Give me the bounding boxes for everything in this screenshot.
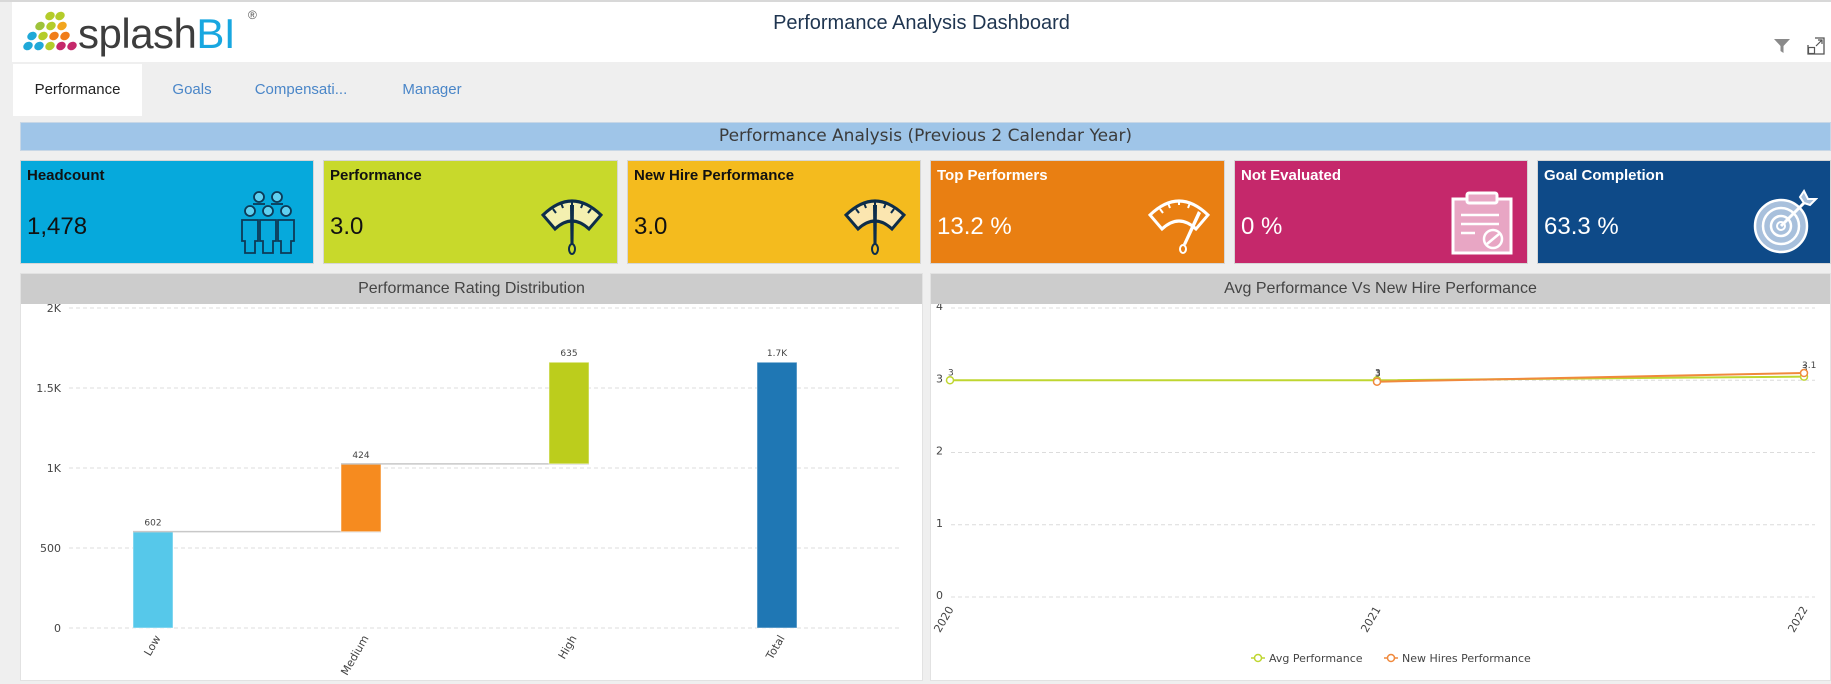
legend-marker (1253, 653, 1263, 663)
kpi-card-top-performers[interactable]: Top Performers 13.2 % (930, 160, 1225, 264)
kpi-label: Headcount (27, 167, 105, 184)
kpi-label: Top Performers (937, 167, 1048, 184)
speedometer-icon (1146, 189, 1212, 255)
kpi-card-performance[interactable]: Performance 3.0 (323, 160, 618, 264)
legend-item[interactable]: New Hires Performance (1402, 652, 1531, 665)
data-label: 1.7K (767, 349, 788, 359)
chart-title: Performance Rating Distribution (21, 274, 922, 304)
data-label: 602 (144, 519, 161, 529)
kpi-card-not-evaluated[interactable]: Not Evaluated 0 % (1234, 160, 1528, 264)
chart-title: Avg Performance Vs New Hire Performance (931, 274, 1830, 304)
y-tick-label: 1.5K (36, 382, 61, 395)
target-icon (1752, 189, 1819, 255)
kpi-label: New Hire Performance (634, 167, 795, 184)
page-title: Performance Analysis Dashboard (773, 12, 1070, 34)
gauge-icon (842, 189, 908, 255)
x-tick-label: 2022 (1785, 604, 1810, 635)
tab-performance[interactable]: Performance (13, 64, 142, 116)
kpi-value: 3.0 (330, 213, 364, 240)
data-label: 3 (948, 368, 954, 378)
kpi-label: Performance (330, 167, 422, 184)
expand-icon[interactable] (1806, 36, 1826, 56)
kpi-label: Not Evaluated (1241, 167, 1342, 184)
tab-manager[interactable]: Manager (372, 64, 492, 116)
kpi-value: 0 % (1241, 213, 1283, 240)
kpi-value: 63.3 % (1544, 213, 1619, 240)
x-tick-label: Total (763, 633, 788, 663)
x-tick-label: Medium (338, 633, 371, 678)
y-tick-label: 1K (47, 462, 62, 475)
bar-low[interactable] (132, 531, 174, 629)
legend-marker (1386, 653, 1396, 663)
kpi-value: 3.0 (634, 213, 668, 240)
x-tick-label: High (556, 633, 580, 661)
y-tick-label: 0 (936, 589, 943, 602)
performance-rating-distribution-panel: Performance Rating Distribution 0 500 1K 1.… (20, 273, 923, 681)
filter-icon[interactable] (1772, 36, 1792, 56)
waterfall-chart: 0 500 1K 1.5K 2K 602 Low 424 Medium 635 High 1.7K To… (36, 304, 901, 678)
tab-goals[interactable]: Goals (146, 64, 238, 116)
y-tick-label: 2 (936, 445, 943, 458)
y-tick-label: 3 (936, 372, 943, 385)
y-tick-label: 500 (40, 542, 61, 555)
avg-vs-new-hire-panel: Avg Performance Vs New Hire Performance … (930, 273, 1831, 681)
clipboard-icon (1449, 189, 1515, 255)
kpi-label: Goal Completion (1544, 167, 1664, 184)
kpi-card-new-hire-performance[interactable]: New Hire Performance 3.0 (627, 160, 921, 264)
people-group-icon (235, 189, 301, 255)
gauge-icon (539, 189, 605, 255)
data-label: 3.1 (1802, 361, 1816, 371)
bar-total[interactable] (756, 361, 798, 629)
x-tick-label: 2020 (931, 604, 956, 635)
bar-high[interactable] (548, 361, 590, 465)
line-chart: 0123420202021202233333.1Avg PerformanceN… (931, 304, 1816, 665)
kpi-card-headcount[interactable]: Headcount 1,478 (20, 160, 314, 264)
kpi-card-goal-completion[interactable]: Goal Completion 63.3 % (1537, 160, 1831, 264)
x-tick-label: Low (142, 633, 164, 658)
kpi-value: 1,478 (27, 213, 88, 240)
bar-medium[interactable] (340, 463, 382, 533)
legend-item[interactable]: Avg Performance (1269, 652, 1363, 665)
section-banner: Performance Analysis (Previous 2 Calenda… (20, 122, 1831, 151)
x-tick-label: 2021 (1358, 604, 1383, 635)
app-header: splashBI ® Performance Analysis Dashboar… (12, 2, 1831, 62)
y-tick-label: 2K (47, 304, 62, 315)
y-tick-label: 4 (936, 304, 943, 313)
kpi-value: 13.2 % (937, 213, 1012, 240)
y-tick-label: 1 (936, 517, 943, 530)
tab-bar: Performance Goals Compensati... Manager (12, 64, 1831, 116)
data-label: 3 (1375, 370, 1381, 380)
data-label: 635 (560, 349, 577, 359)
data-label: 424 (352, 451, 369, 461)
tab-compensation[interactable]: Compensati... (236, 64, 366, 116)
y-tick-label: 0 (54, 622, 61, 635)
